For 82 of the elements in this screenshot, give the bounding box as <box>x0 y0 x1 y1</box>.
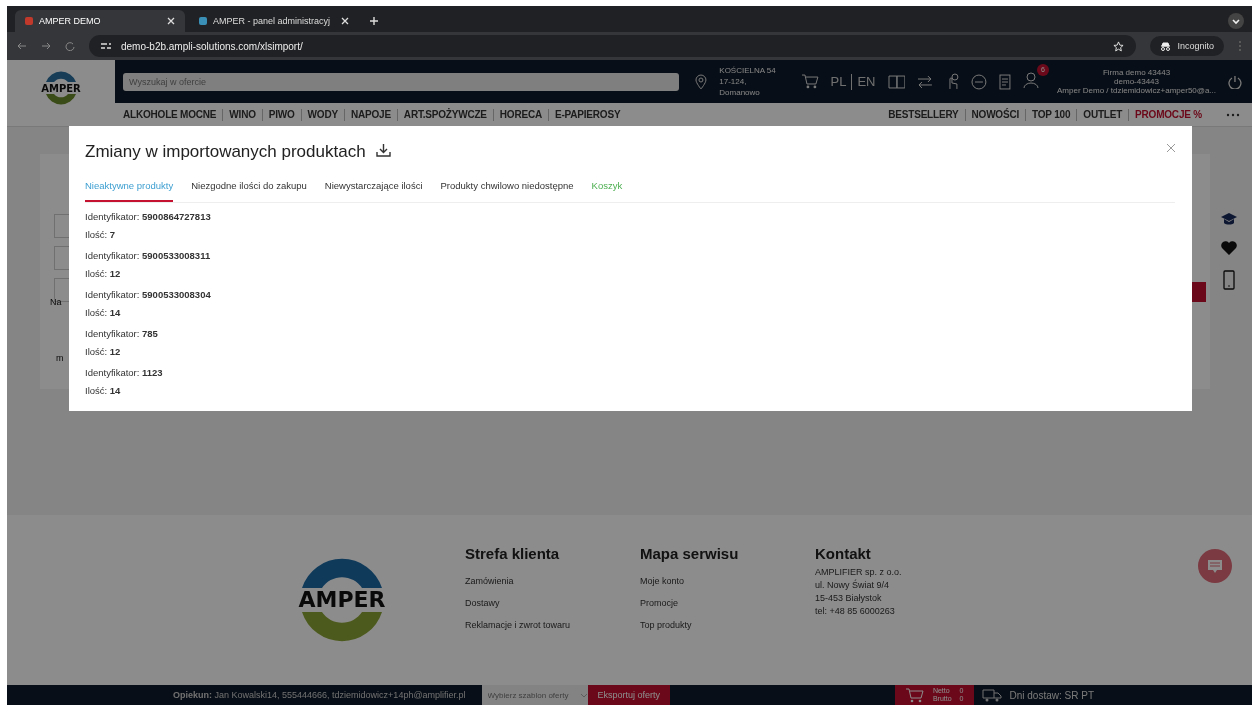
back-icon[interactable] <box>17 41 27 51</box>
footer-heading: Mapa serwisu <box>640 545 740 562</box>
product-quantity: Ilość: 12 <box>85 268 122 279</box>
chat-button-icon[interactable] <box>1198 549 1232 583</box>
cart-icon <box>904 687 925 703</box>
delivery-truck-icon <box>981 688 1002 702</box>
browser-tab[interactable]: AMPER DEMO <box>15 10 185 32</box>
incognito-button[interactable]: Incognito <box>1150 36 1224 56</box>
modal-tab[interactable]: Niewystarczające ilości <box>324 176 423 202</box>
footer-link[interactable]: AMPLIFIER sp. z o.o. <box>815 567 990 577</box>
modal-tab[interactable]: Koszyk <box>591 176 623 202</box>
modal-tab[interactable]: Produkty chwilowo niedostępne <box>440 176 574 202</box>
product-identifier: Identyfikator: 785 <box>85 328 159 339</box>
modal-tab[interactable]: Niezgodne ilości do zakupu <box>191 176 307 202</box>
incognito-icon <box>1160 41 1172 51</box>
footer-link[interactable]: 15-453 Białystok <box>815 593 990 603</box>
footer-link[interactable]: Dostawy <box>465 598 640 608</box>
footer-link[interactable]: Promocje <box>640 598 815 608</box>
product-quantity: Ilość: 14 <box>85 307 122 318</box>
browser-tab[interactable]: AMPER - panel administracyj <box>189 10 359 32</box>
account-line: demo-43443 <box>1114 77 1159 86</box>
phone-icon[interactable] <box>1223 270 1235 290</box>
product-identifier: Identyfikator: 1123 <box>85 367 164 378</box>
account-line: Firma demo 43443 <box>1102 68 1171 77</box>
caretaker-info: Opiekun: Jan Kowalski14, 555444666, tdziemidowicz+14ph@amplifier.pl <box>173 690 466 700</box>
language-link[interactable]: EN <box>857 74 876 89</box>
amper-logo: AMPER <box>277 550 407 650</box>
product-identifier: Identyfikator: 5900864727813 <box>85 211 212 222</box>
new-tab-icon[interactable] <box>369 16 379 26</box>
amper-logo[interactable]: AMPER <box>38 68 84 108</box>
footer-heading: Strefa klienta <box>465 545 561 562</box>
footer-link[interactable]: Zamówienia <box>465 576 640 586</box>
footer-heading: Kontakt <box>815 545 872 562</box>
product-identifier: Identyfikator: 5900533008311 <box>85 250 212 261</box>
graduation-cap-icon[interactable] <box>1220 212 1238 226</box>
category-link[interactable]: PIWO <box>268 109 295 120</box>
chevron-down-icon[interactable] <box>1228 13 1244 29</box>
product-quantity: Ilość: 12 <box>85 346 122 357</box>
quick-link[interactable]: BESTSELLERY <box>888 109 959 120</box>
category-link[interactable]: ART.SPOŻYWCZE <box>403 109 487 120</box>
location-pin-icon[interactable] <box>695 73 708 90</box>
quick-link[interactable]: OUTLET <box>1083 109 1123 120</box>
address-bar[interactable]: demo-b2b.ampli-solutions.com/xlsimport/ <box>89 35 1137 57</box>
reload-icon[interactable] <box>65 41 75 51</box>
category-link[interactable]: NAPOJE <box>350 109 391 120</box>
product-quantity: Ilość: 14 <box>85 385 122 396</box>
product-identifier: Identyfikator: 5900533008304 <box>85 289 212 300</box>
power-icon[interactable] <box>1228 74 1242 89</box>
book-icon[interactable] <box>887 74 906 89</box>
text-fragment: m <box>56 353 64 363</box>
category-link[interactable]: ALKOHOLE MOCNE <box>123 109 217 120</box>
product-quantity: Ilość: 7 <box>85 229 117 240</box>
category-link[interactable]: WODY <box>307 109 338 120</box>
modal-title: Zmiany w importowanych produktach <box>85 142 366 162</box>
quick-link[interactable]: PROMOCJE % <box>1135 109 1202 120</box>
user-icon[interactable] <box>1023 70 1039 89</box>
quick-link[interactable]: NOWOŚCI <box>971 109 1020 120</box>
cart-icon[interactable] <box>800 73 819 90</box>
address-line: 17-124, Domanowo <box>719 76 761 98</box>
category-link[interactable]: WINO <box>229 109 256 120</box>
address-line: KOŚCIELNA 54 <box>719 65 777 76</box>
account-line: Amper Demo / tdziemidowicz+amper50@a... <box>1057 86 1217 95</box>
footer-link[interactable]: Top produkty <box>640 620 815 630</box>
text-fragment: Na <box>50 297 62 307</box>
forward-icon[interactable] <box>41 41 51 51</box>
star-icon[interactable] <box>1113 40 1125 52</box>
language-link[interactable]: PL <box>830 74 847 89</box>
more-icon[interactable] <box>1226 112 1240 117</box>
category-link[interactable]: HORECA <box>499 109 542 120</box>
heart-icon[interactable] <box>1220 240 1238 256</box>
swap-arrows-icon[interactable] <box>917 74 934 89</box>
document-icon[interactable] <box>999 73 1011 90</box>
site-settings-icon[interactable] <box>101 42 111 50</box>
footer-link[interactable]: ul. Nowy Świat 9/4 <box>815 580 990 590</box>
download-icon[interactable] <box>375 143 391 157</box>
footer-link[interactable]: Moje konto <box>640 576 815 586</box>
quick-link[interactable]: TOP 100 <box>1032 109 1071 120</box>
modal-tab[interactable]: Nieaktywne produkty <box>85 176 174 202</box>
delivery-days: Dni dostaw: SR PT <box>1009 689 1094 701</box>
footer-link[interactable]: tel: +48 85 6000263 <box>815 606 990 616</box>
category-link[interactable]: E-PAPIEROSY <box>554 109 621 120</box>
footer-link[interactable]: Reklamacje i zwrot towaru <box>465 620 640 630</box>
